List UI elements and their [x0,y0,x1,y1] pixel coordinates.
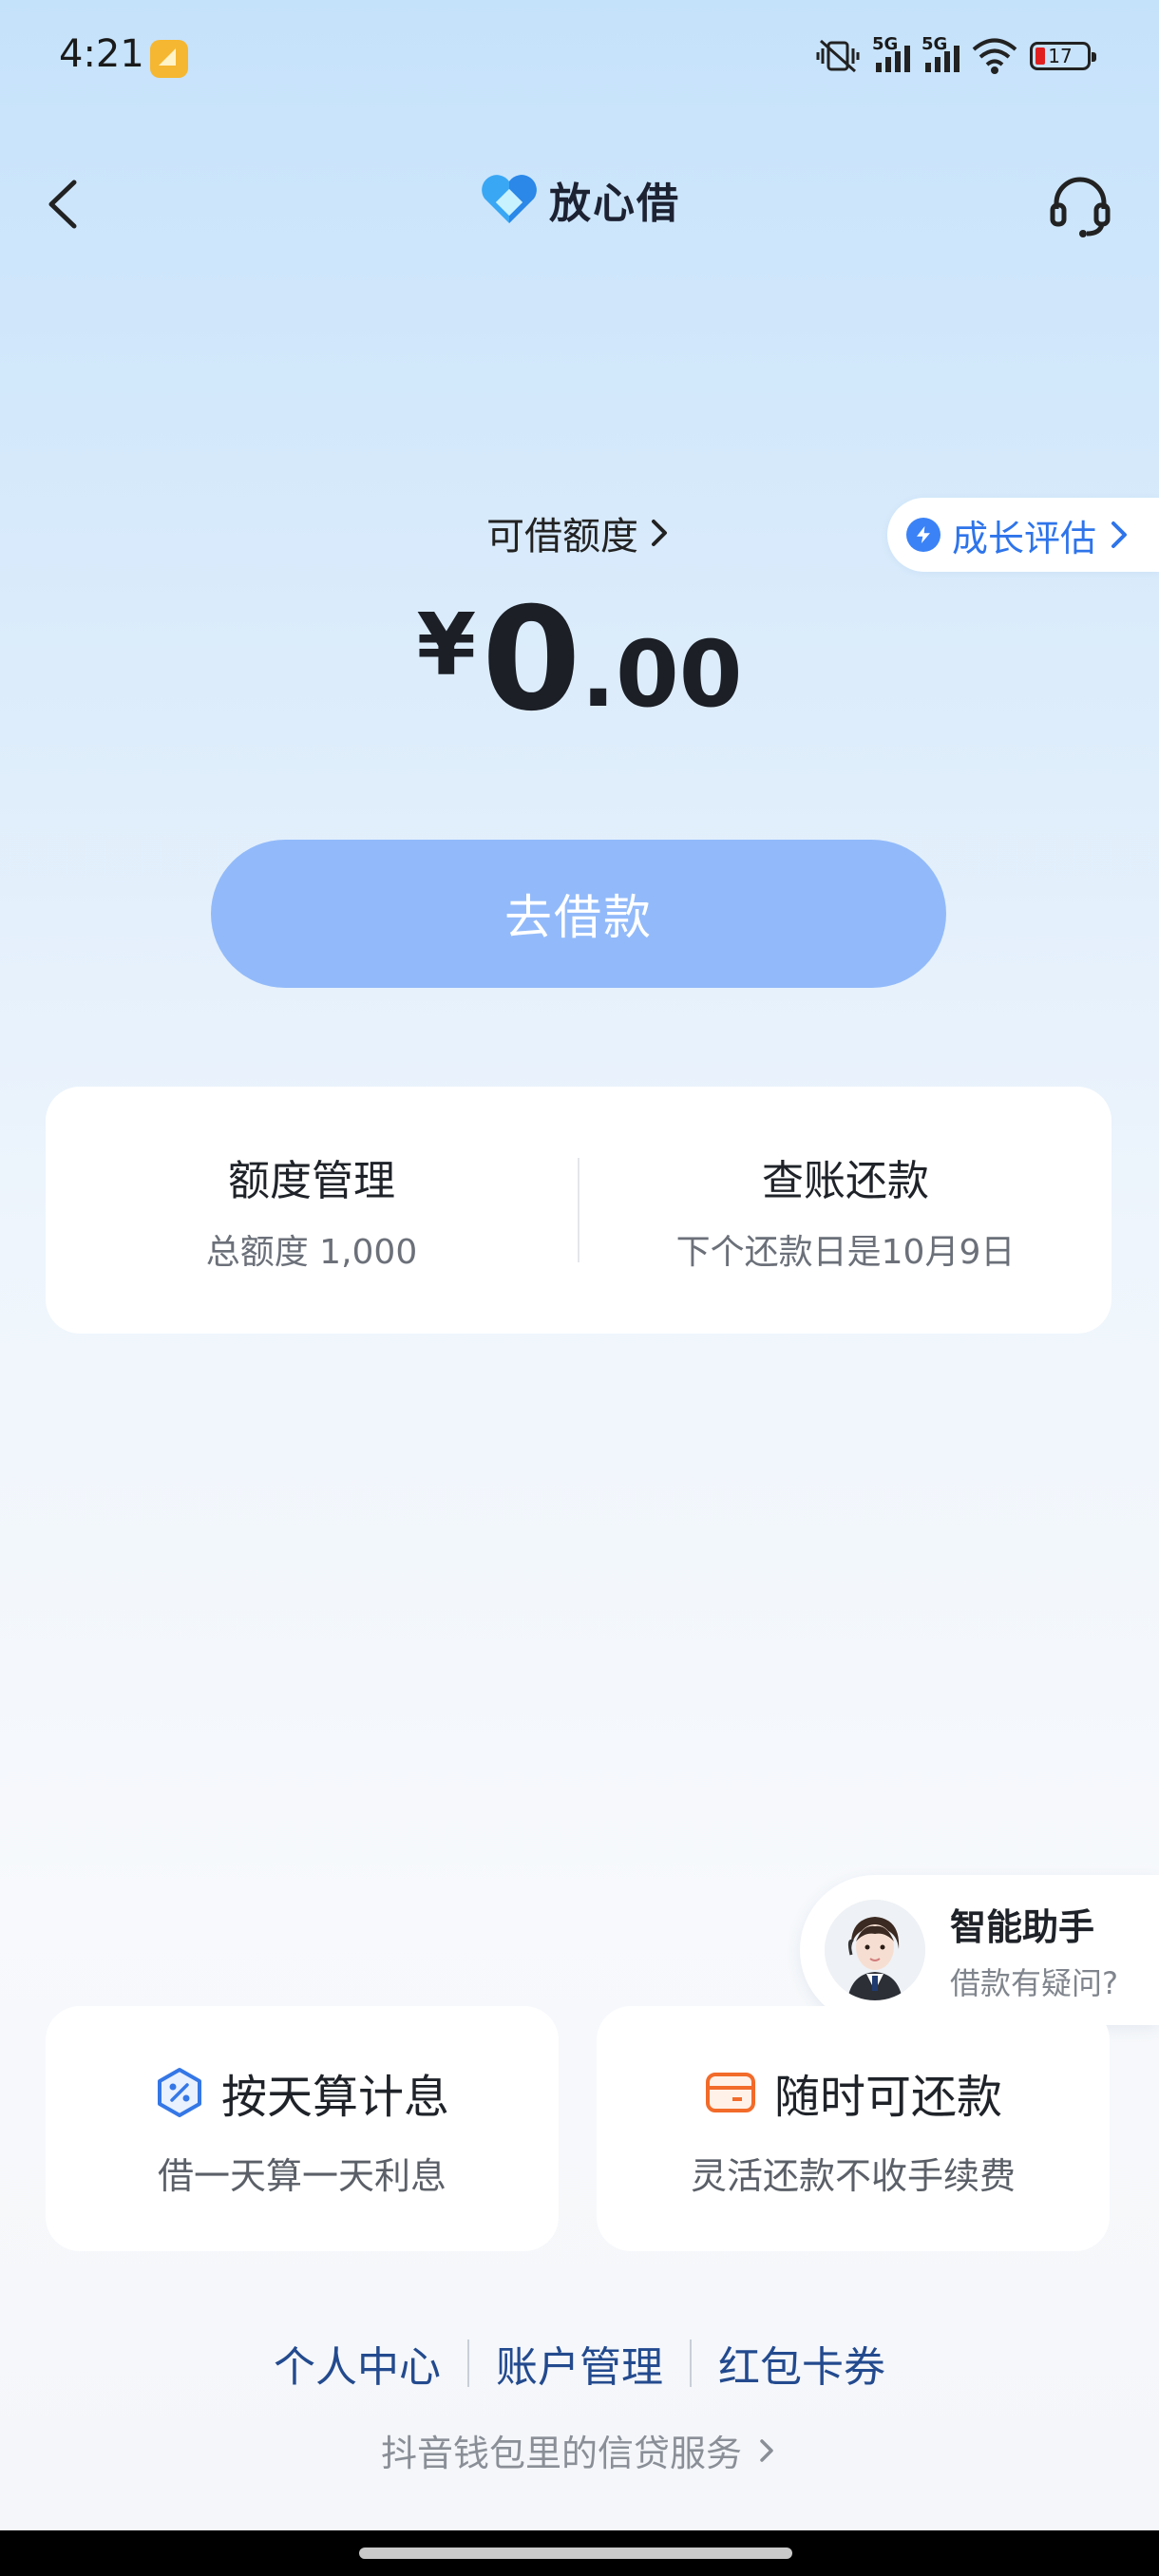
network-type-1: 5G [872,34,899,54]
network-type-2: 5G [922,34,948,54]
vibrate-mute-icon [816,39,860,73]
heart-logo-icon [482,175,537,223]
home-indicator[interactable] [359,2548,792,2559]
chevron-right-icon [760,2438,773,2462]
next-repayment-date: 下个还款日是10月9日 [675,1233,1016,1272]
limit-management-title: 额度管理 [228,1157,395,1205]
headset-icon [1050,177,1111,237]
customer-service-button[interactable] [1047,173,1113,239]
smart-assistant-button[interactable]: 智能助手 借款有疑问? [800,1875,1159,2025]
wallet-icon [705,2072,755,2112]
footer-links: 个人中心 账户管理 红包卡券 [0,2333,1159,2394]
growth-assessment-button[interactable]: 成长评估 [886,498,1159,572]
wifi-icon [972,38,1017,74]
page-title: 放心借 [549,180,680,228]
signal-1-icon: 5G [872,34,910,72]
amount-integer: 0 [482,578,581,743]
amount-decimal: .00 [580,621,743,728]
feature-flexible-repayment: 随时可还款 灵活还款不收手续费 [597,2006,1110,2251]
total-limit-text: 总额度 1,000 [205,1233,418,1272]
bill-repayment-title: 查账还款 [762,1157,929,1205]
limit-management-entry[interactable]: 额度管理 总额度 1,000 [46,1087,578,1334]
assistant-subtitle: 借款有疑问? [950,1964,1118,2001]
borrow-button[interactable]: 去借款 [211,840,946,988]
currency-symbol: ¥ [416,596,477,695]
wallet-service-text: 抖音钱包里的信贷服务 [380,2433,742,2474]
feature-title: 随时可还款 [773,2070,1002,2124]
feature-title: 按天算计息 [220,2070,449,2124]
feature-subtitle: 借一天算一天利息 [157,2154,446,2197]
chevron-right-icon [1112,521,1127,548]
chevron-right-icon [652,520,667,546]
coupons-link[interactable]: 红包卡券 [692,2333,912,2394]
assistant-avatar [825,1900,925,2000]
feature-daily-interest: 按天算计息 借一天算一天利息 [46,2006,559,2251]
credit-amount: ¥ 0 .00 [0,589,1159,731]
credit-label-text: 可借额度 [486,515,638,559]
lightning-icon [905,518,940,552]
app-logo: 放心借 [0,169,1159,230]
bill-repayment-entry[interactable]: 查账还款 下个还款日是10月9日 [580,1087,1112,1334]
battery-level: 17 [1048,45,1073,67]
assistant-title: 智能助手 [950,1905,1095,1948]
personal-center-link[interactable]: 个人中心 [247,2333,467,2394]
growth-assessment-label: 成长评估 [951,517,1096,559]
percent-shield-icon [157,2067,201,2117]
wallet-service-link[interactable]: 抖音钱包里的信贷服务 [0,2424,1159,2476]
status-time: 4:21 [59,32,144,76]
battery-icon: 17 [1030,42,1096,70]
account-management-card: 额度管理 总额度 1,000 查账还款 下个还款日是10月9日 [46,1087,1112,1334]
status-indicators: 5G 5G 17 [815,32,1096,80]
notification-app-icon [150,40,188,78]
feature-subtitle: 灵活还款不收手续费 [690,2154,1016,2197]
account-management-link[interactable]: 账户管理 [469,2333,690,2394]
signal-2-icon: 5G [922,34,960,72]
